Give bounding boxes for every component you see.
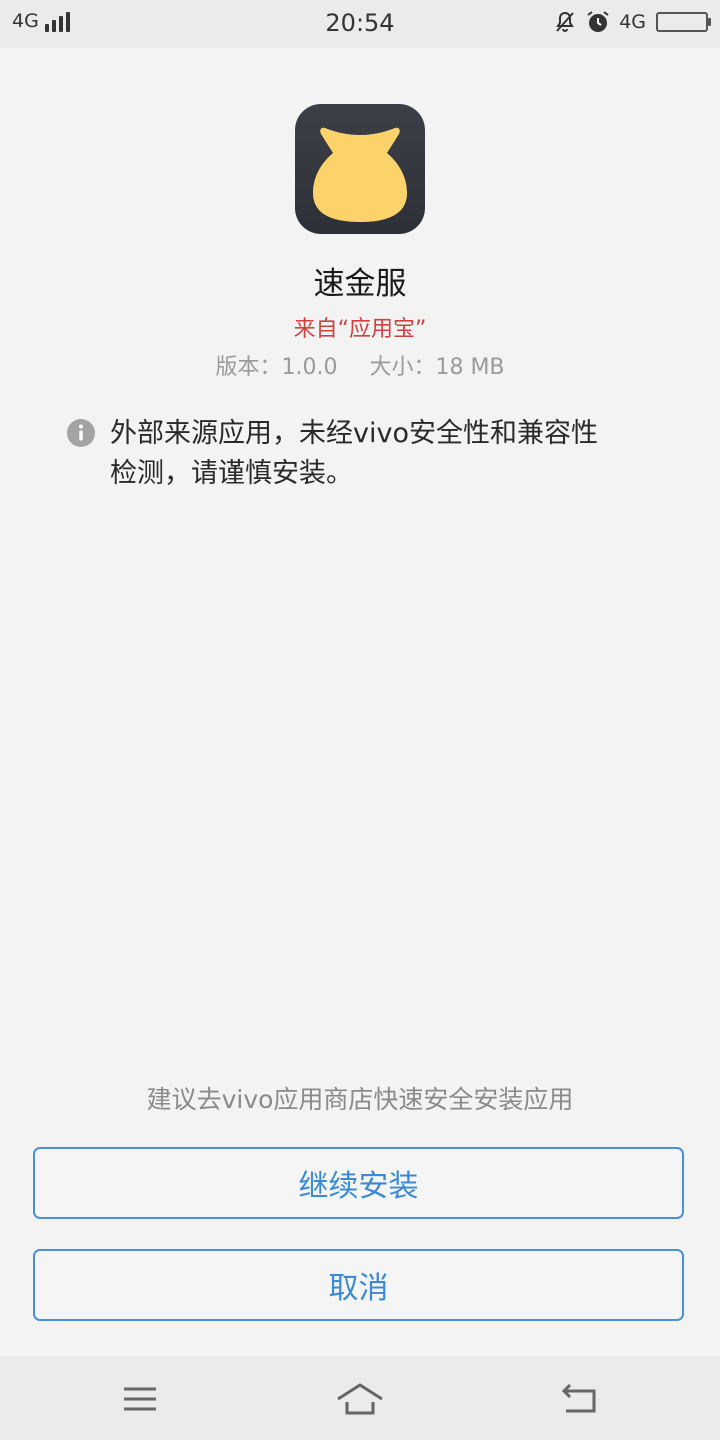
app-name: 速金服 [313, 266, 407, 302]
menu-icon [124, 1387, 156, 1411]
app-version: 版本：1.0.0 [215, 355, 338, 380]
app-meta: 版本：1.0.0 大小：18 MB [0, 349, 720, 381]
cancel-button[interactable]: 取消 [33, 1249, 684, 1321]
app-size: 大小：18 MB [369, 355, 505, 380]
security-warning: 外部来源应用，未经vivo安全性和兼容性 检测，请谨慎安装。 [66, 414, 666, 494]
continue-install-button[interactable]: 继续安装 [33, 1147, 684, 1219]
back-icon [561, 1383, 596, 1413]
status-bar: 4G 20:54 4G [0, 0, 720, 48]
network-type-label-right: 4G [619, 11, 646, 33]
app-source: 来自“应用宝” [293, 317, 427, 342]
store-suggestion: 建议去vivo应用商店快速安全安装应用 [146, 1085, 574, 1114]
status-bar-right: 4G [553, 9, 711, 35]
nav-menu-button[interactable] [110, 1374, 170, 1424]
warning-line-1: 外部来源应用，未经vivo安全性和兼容性 [110, 418, 598, 449]
alarm-clock-icon [587, 11, 609, 32]
navigation-bar [0, 1356, 720, 1440]
warning-text: 外部来源应用，未经vivo安全性和兼容性 检测，请谨慎安装。 [110, 414, 598, 494]
notifications-muted-icon [556, 11, 574, 32]
battery-icon [656, 12, 711, 32]
nav-home-button[interactable] [330, 1374, 390, 1424]
app-icon [295, 104, 425, 234]
home-icon [337, 1383, 383, 1415]
money-bag-icon [313, 127, 407, 222]
warning-line-2: 检测，请谨慎安装。 [110, 458, 353, 489]
info-icon [67, 419, 95, 447]
install-screen: 4G 20:54 4G 速金服 来自“应用宝” 版本：1.0.0 大小：18 M… [0, 0, 720, 1440]
nav-back-button[interactable] [550, 1374, 610, 1424]
